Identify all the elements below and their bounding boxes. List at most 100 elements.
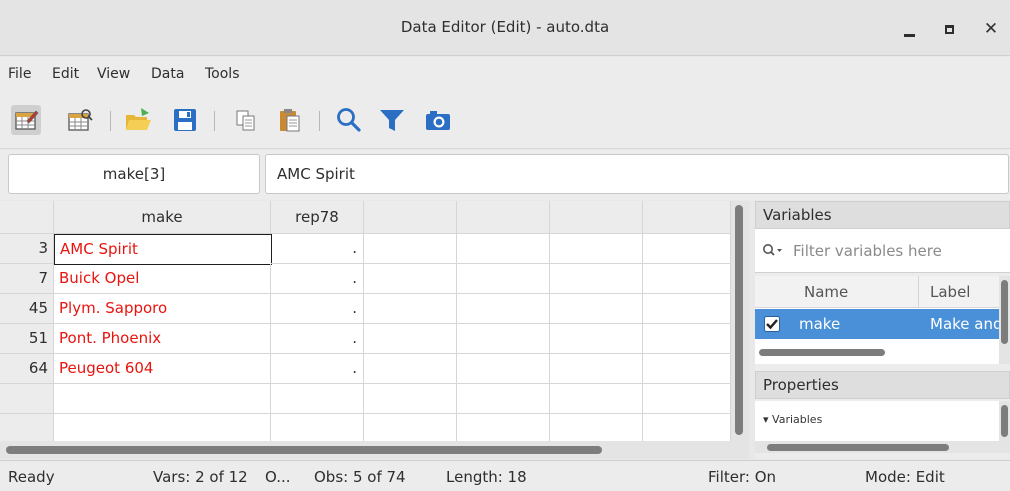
cell-rep78[interactable]: . — [271, 324, 364, 354]
cell-empty[interactable] — [550, 414, 643, 441]
row-number[interactable]: 51 — [0, 324, 54, 354]
scrollbar-thumb[interactable] — [767, 444, 949, 451]
column-header-empty — [457, 201, 550, 234]
cell-make[interactable]: Plym. Sapporo — [54, 294, 271, 324]
cell-name-field[interactable]: make[3] — [8, 154, 260, 194]
column-header-empty — [550, 201, 643, 234]
cell-empty[interactable] — [643, 324, 731, 354]
variables-check-header — [755, 276, 785, 308]
properties-vertical-scrollbar[interactable] — [999, 401, 1010, 441]
maximize-button[interactable] — [938, 18, 962, 42]
corner-header[interactable] — [0, 201, 54, 234]
close-button[interactable]: ✕ — [979, 18, 1003, 42]
status-ready: Ready — [8, 468, 55, 486]
row-number[interactable]: 7 — [0, 264, 54, 294]
grid-horizontal-scrollbar[interactable] — [0, 441, 749, 459]
filter-placeholder: Filter variables here — [793, 242, 942, 260]
save-button[interactable] — [170, 105, 200, 135]
scrollbar-thumb[interactable] — [735, 205, 743, 435]
cell-empty[interactable] — [271, 384, 364, 414]
browse-mode-button[interactable] — [65, 105, 95, 135]
variable-filter-input[interactable]: Filter variables here — [755, 229, 1010, 273]
scrollbar-thumb[interactable] — [1001, 405, 1008, 437]
cell-empty[interactable] — [550, 384, 643, 414]
menu-file[interactable]: File — [8, 66, 31, 82]
cell-empty[interactable] — [550, 294, 643, 324]
cell-empty[interactable] — [643, 354, 731, 384]
cell-empty[interactable] — [457, 234, 550, 264]
cell-empty[interactable] — [457, 294, 550, 324]
cell-make[interactable]: AMC Spirit — [54, 234, 272, 265]
cell-rep78[interactable]: . — [271, 234, 364, 264]
cell-make[interactable]: Peugeot 604 — [54, 354, 271, 384]
minimize-button[interactable] — [898, 18, 922, 42]
scrollbar-thumb[interactable] — [1001, 280, 1008, 344]
cell-empty[interactable] — [457, 324, 550, 354]
cell-empty[interactable] — [364, 294, 457, 324]
column-header-rep78[interactable]: rep78 — [271, 201, 364, 234]
cell-empty[interactable] — [550, 354, 643, 384]
cell-empty[interactable] — [364, 384, 457, 414]
cell-empty[interactable] — [643, 294, 731, 324]
edit-mode-button[interactable] — [11, 105, 41, 135]
snapshot-button[interactable] — [423, 105, 453, 135]
cell-rep78[interactable]: . — [271, 264, 364, 294]
variable-label: Make and Model — [930, 315, 999, 333]
properties-section-variables[interactable]: ▾ Variables — [763, 413, 822, 426]
row-number[interactable]: 45 — [0, 294, 54, 324]
cell-empty[interactable] — [643, 264, 731, 294]
cell-empty[interactable] — [457, 384, 550, 414]
cell-value-field[interactable]: AMC Spirit — [265, 154, 1009, 194]
toolbar — [0, 91, 1010, 149]
row-number[interactable]: 3 — [0, 234, 54, 264]
variables-vertical-scrollbar[interactable] — [999, 276, 1010, 364]
variables-label-header[interactable]: Label — [919, 276, 999, 308]
scrollbar-thumb[interactable] — [759, 349, 885, 356]
row-number[interactable]: 64 — [0, 354, 54, 384]
cell-make[interactable]: Pont. Phoenix — [54, 324, 271, 354]
cell-empty[interactable] — [643, 234, 731, 264]
snapshot-icon — [426, 111, 450, 130]
cell-rep78[interactable]: . — [271, 294, 364, 324]
variables-name-header[interactable]: Name — [785, 276, 919, 308]
cell-empty[interactable] — [457, 354, 550, 384]
cell-empty[interactable] — [54, 384, 271, 414]
cell-empty[interactable] — [364, 324, 457, 354]
cell-empty[interactable] — [364, 354, 457, 384]
cell-empty[interactable] — [364, 234, 457, 264]
status-mode: Mode: Edit — [865, 468, 945, 486]
status-bar: Ready Vars: 2 of 12 O... Obs: 5 of 74 Le… — [0, 460, 1010, 491]
cell-make[interactable]: Buick Opel — [54, 264, 271, 294]
open-button[interactable] — [123, 105, 153, 135]
scrollbar-thumb[interactable] — [6, 446, 602, 454]
paste-button[interactable] — [275, 105, 305, 135]
menu-data[interactable]: Data — [151, 66, 184, 82]
cell-empty[interactable] — [643, 414, 731, 441]
column-header-make[interactable]: make — [54, 201, 271, 234]
variables-panel-title: Variables — [755, 201, 1010, 229]
toolbar-separator — [214, 111, 215, 131]
cell-empty[interactable] — [550, 324, 643, 354]
properties-horizontal-scrollbar[interactable] — [755, 441, 1010, 453]
variable-row-make[interactable]: make Make and Model — [755, 309, 999, 339]
cell-empty[interactable] — [550, 264, 643, 294]
menu-tools[interactable]: Tools — [205, 66, 240, 82]
cell-empty[interactable] — [457, 264, 550, 294]
find-button[interactable] — [334, 105, 364, 135]
cell-empty[interactable] — [364, 414, 457, 441]
menu-edit[interactable]: Edit — [52, 66, 79, 82]
copy-button[interactable] — [231, 105, 261, 135]
filter-button[interactable] — [377, 105, 407, 135]
row-number — [0, 384, 54, 414]
checkbox-checked-icon[interactable] — [764, 316, 780, 332]
cell-empty[interactable] — [54, 414, 271, 441]
status-vars: Vars: 2 of 12 — [153, 468, 248, 486]
grid-vertical-scrollbar[interactable] — [731, 201, 749, 441]
cell-empty[interactable] — [457, 414, 550, 441]
menu-view[interactable]: View — [97, 66, 130, 82]
cell-rep78[interactable]: . — [271, 354, 364, 384]
cell-empty[interactable] — [271, 414, 364, 441]
cell-empty[interactable] — [364, 264, 457, 294]
cell-empty[interactable] — [643, 384, 731, 414]
cell-empty[interactable] — [550, 234, 643, 264]
